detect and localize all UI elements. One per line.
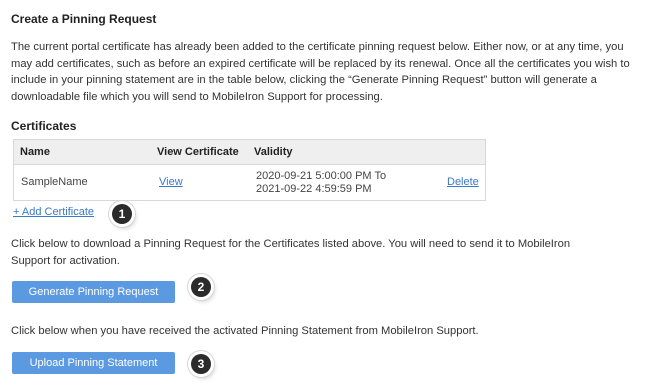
upload-instructions: Click below when you have received the a… — [11, 325, 479, 337]
step-badge-3: 3 — [191, 354, 211, 374]
step-badge-2: 2 — [191, 277, 211, 297]
generate-instructions: Click below to download a Pinning Reques… — [11, 238, 571, 267]
certificates-heading: Certificates — [11, 119, 77, 133]
add-certificate-link[interactable]: + Add Certificate — [13, 206, 94, 218]
pinning-request-page: Create a Pinning Request The current por… — [0, 0, 652, 386]
page-title: Create a Pinning Request — [11, 12, 157, 26]
step-badge-1: 1 — [112, 204, 132, 224]
certificates-table: Name View Certificate Validity SampleNam… — [13, 139, 486, 201]
column-header-validity: Validity — [254, 146, 293, 158]
table-header: Name View Certificate Validity — [14, 140, 485, 165]
certificate-name: SampleName — [21, 176, 88, 188]
column-header-name: Name — [20, 146, 50, 158]
page-description: The current portal certificate has alrea… — [11, 41, 630, 103]
delete-certificate-link[interactable]: Delete — [447, 176, 479, 188]
column-header-view-certificate: View Certificate — [157, 146, 239, 158]
upload-pinning-statement-button[interactable]: Upload Pinning Statement — [12, 352, 175, 374]
validity-to: 2021-09-22 4:59:59 PM — [256, 183, 372, 195]
view-certificate-link[interactable]: View — [159, 176, 183, 188]
generate-pinning-request-button[interactable]: Generate Pinning Request — [12, 281, 175, 303]
table-row: SampleName View 2020-09-21 5:00:00 PM To… — [14, 165, 485, 201]
validity-from: 2020-09-21 5:00:00 PM To — [256, 170, 387, 182]
certificate-validity: 2020-09-21 5:00:00 PM To 2021-09-22 4:59… — [256, 170, 386, 196]
